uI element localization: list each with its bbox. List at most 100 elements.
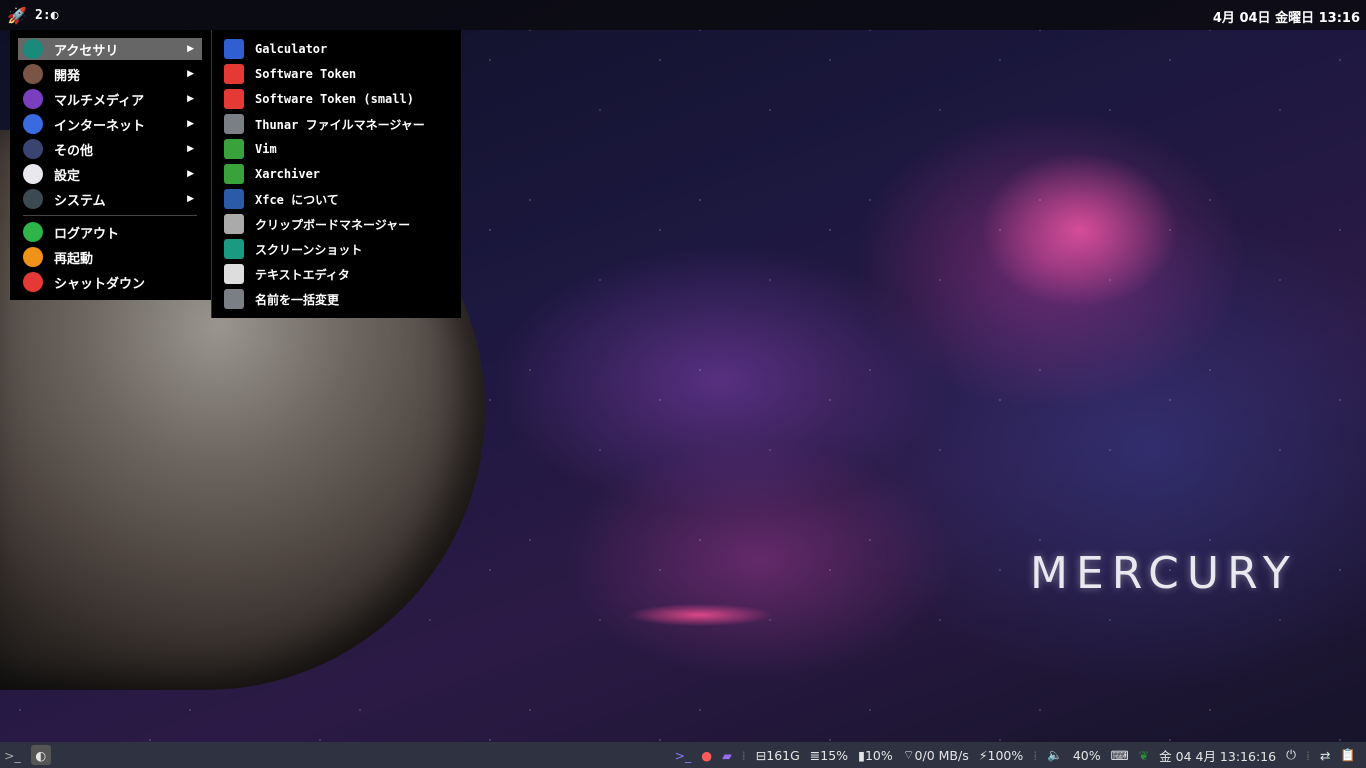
submenu-item[interactable]: Xarchiver [224,163,460,185]
battery-status: ⚡ 100% [978,747,1024,763]
chevron-right-icon: ▶ [187,94,194,104]
xfce-icon [224,189,244,209]
power-icon[interactable]: ⏻ [1286,747,1296,763]
volume-level[interactable]: 40% [1073,748,1101,763]
bottom-panel: >_ ◐ >_ ● ▰ ⁞ ⊟ 161G ≣ 15% ▮ 10% ⌔ 0/0 MB/s … [0,742,1366,768]
menu-item-label: 名前を一括変更 [255,292,340,307]
menu-item-label: Thunar ファイルマネージャー [255,117,425,132]
menu-item-label: Xarchiver [255,167,321,181]
gear-icon [23,189,43,209]
menu-category[interactable]: その他 ▶ [18,138,202,160]
menu-item-label: クリップボードマネージャー [255,217,411,232]
token-icon [224,89,244,109]
clipboard-icon[interactable]: 📋 [1340,747,1356,763]
terminal-icon[interactable]: >_ [4,748,21,763]
menu-item-label: Galculator [255,42,328,56]
submenu-item[interactable]: テキストエディタ [224,263,460,285]
separator: ⁞ [1305,747,1310,763]
chevron-right-icon: ▶ [187,44,194,54]
submenu-item[interactable]: Software Token (small) [224,88,460,110]
calculator-icon [224,39,244,59]
menu-item-label: システム [54,193,106,209]
menu-item-label: 設定 [54,168,81,184]
chevron-right-icon: ▶ [187,69,194,79]
screenshot-icon [224,239,244,259]
menu-item-label: Software Token [255,67,357,81]
workspace-label: 2: [35,7,51,23]
accessories-icon [23,39,43,59]
token-icon [224,64,244,84]
swap-icon[interactable]: ⇄ [1320,748,1330,763]
menu-item-label: その他 [54,143,94,159]
archive-icon [224,164,244,184]
menu-separator [23,215,197,216]
chevron-right-icon: ▶ [187,194,194,204]
submenu-item[interactable]: Galculator [224,38,460,60]
menu-category[interactable]: マルチメディア ▶ [18,88,202,110]
settings-icon [23,164,43,184]
menu-category[interactable]: 開発 ▶ [18,63,202,85]
wallpaper-title: MERCURY [1030,548,1298,599]
menu-action[interactable]: 再起動 [18,246,202,268]
cpu-icon: ▮ [858,747,865,763]
firefox-icon[interactable]: ● [701,748,712,763]
restart-icon [23,247,43,267]
globe-icon [23,114,43,134]
menu-category[interactable]: アクセサリ ▶ [18,38,202,60]
chevron-right-icon: ▶ [187,169,194,179]
terminal-launcher-icon[interactable]: >_ [675,748,692,763]
cpu-usage: ▮ 10% [858,747,893,763]
more-icon [23,139,43,159]
text-editor-icon [224,264,244,284]
submenu-item[interactable]: Xfce について [224,188,460,210]
menu-item-label: テキストエディタ [255,267,350,282]
menu-item-label: 再起動 [54,251,94,267]
file-manager-icon [224,114,244,134]
multimedia-icon [23,89,43,109]
submenu-item[interactable]: Software Token [224,63,460,85]
menu-category[interactable]: インターネット ▶ [18,113,202,135]
folder-icon[interactable]: ▰ [722,748,732,763]
date-time[interactable]: 金 04 4月 13:16:16 [1159,746,1276,765]
window-button[interactable]: ◐ [30,745,51,765]
clipboard-icon [224,214,244,234]
menu-item-label: Xfce について [255,192,339,207]
power-icon [23,272,43,292]
submenu-item[interactable]: Vim [224,138,460,160]
rename-icon [224,289,244,309]
submenu-item[interactable]: スクリーンショット [224,238,460,260]
menu-action[interactable]: ログアウト [18,221,202,243]
menu-category[interactable]: 設定 ▶ [18,163,202,185]
menu-item-label: スクリーンショット [255,242,363,257]
logout-icon [23,222,43,242]
menu-item-label: インターネット [54,118,146,134]
submenu-accessories: Galculator Software Token Software Token (… [211,30,461,318]
menu-item-label: ログアウト [54,226,120,242]
memory-usage: ≣ 15% [809,747,849,763]
leaf-icon[interactable]: ❦ [1139,748,1149,763]
menu-item-label: Software Token (small) [255,92,414,106]
separator: ⁞ [741,747,746,763]
clock[interactable]: 4月 04日 金曜日 13:16 [1213,7,1360,26]
top-panel: 🚀 2:◐ 4月 04日 金曜日 13:16 [0,0,1366,30]
menu-item-label: 開発 [54,68,81,84]
menu-item-label: マルチメディア [54,93,145,109]
vim-icon [224,139,244,159]
app-menu: アクセサリ ▶ 開発 ▶ マルチメディア ▶ インターネット ▶ その他 ▶ 設定 ▶ システム ▶ ログア… [10,30,211,300]
chevron-right-icon: ▶ [187,144,194,154]
workspace-indicator[interactable]: 2:◐ [35,8,58,23]
menu-category[interactable]: システム ▶ [18,188,202,210]
disk-usage: ⊟ 161G [755,747,800,763]
submenu-item[interactable]: 名前を一括変更 [224,288,460,310]
wifi-icon: ⌔ [902,747,915,762]
menu-item-label: シャットダウン [54,276,146,292]
network-speed: ⌔ 0/0 MB/s [902,747,969,763]
volume-icon[interactable]: 🔈 [1047,747,1063,763]
menu-action[interactable]: シャットダウン [18,271,202,293]
menu-item-label: アクセサリ [54,43,119,59]
rocket-icon[interactable]: 🚀 [7,6,29,25]
submenu-item[interactable]: Thunar ファイルマネージャー [224,113,460,135]
submenu-item[interactable]: クリップボードマネージャー [224,213,460,235]
disk-icon: ⊟ [755,747,767,763]
keyboard-icon[interactable]: ⌨ [1111,748,1129,763]
